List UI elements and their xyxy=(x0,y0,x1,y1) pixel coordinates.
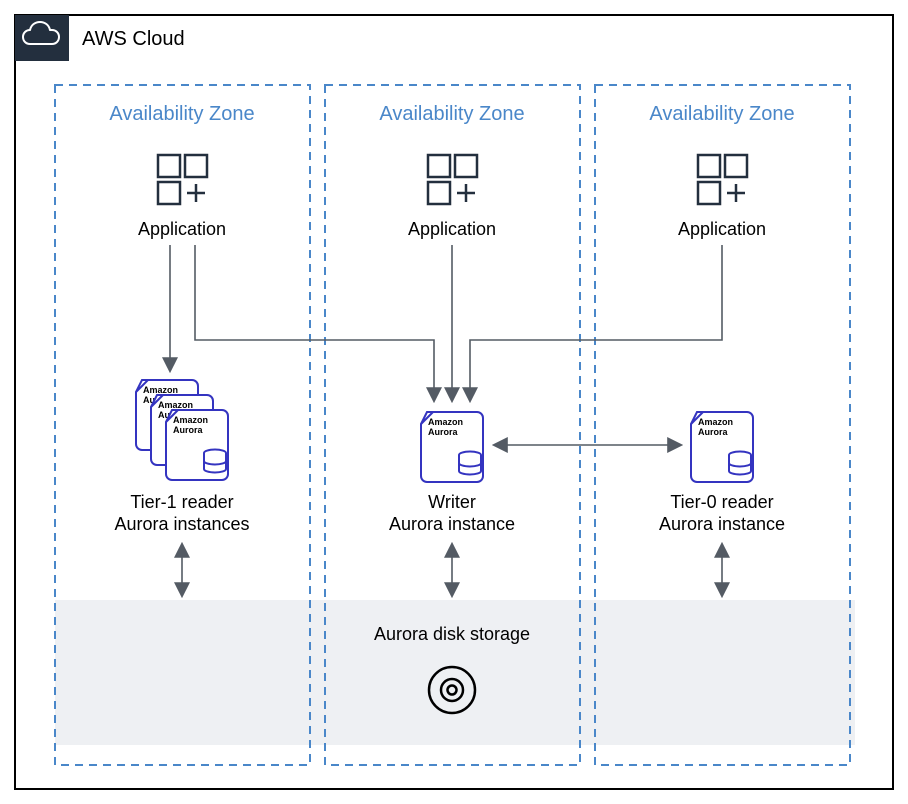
aurora-label-line2: Aurora xyxy=(173,425,203,435)
app2-label: Application xyxy=(408,219,496,239)
aurora-label-line1: Amazon xyxy=(428,417,463,427)
db2-label-l2: Aurora instance xyxy=(389,514,515,534)
aurora-label-line1: Amazon xyxy=(698,417,733,427)
aurora-label-line2: Aurora xyxy=(698,427,728,437)
aurora-instance-stack: Amazon Au Amazon Au Amazon Aurora xyxy=(136,380,228,480)
aurora-label-line2: Aurora xyxy=(428,427,458,437)
aurora-reader-instance: Amazon Aurora xyxy=(691,412,753,482)
storage-label: Aurora disk storage xyxy=(374,624,530,644)
az2-title: Availability Zone xyxy=(379,103,524,125)
app1-label: Application xyxy=(138,219,226,239)
svg-text:Amazon: Amazon xyxy=(143,385,178,395)
application-icon xyxy=(698,155,747,204)
az1-title: Availability Zone xyxy=(109,103,254,125)
svg-text:Amazon: Amazon xyxy=(158,400,193,410)
aurora-label-line1: Amazon xyxy=(173,415,208,425)
db1-label-l2: Aurora instances xyxy=(114,514,249,534)
db3-label-l2: Aurora instance xyxy=(659,514,785,534)
az3-title: Availability Zone xyxy=(649,103,794,125)
arrow-app1-to-writer xyxy=(195,245,434,400)
application-icon xyxy=(158,155,207,204)
db1-label-l1: Tier-1 reader xyxy=(130,492,233,512)
cloud-title: AWS Cloud xyxy=(82,28,185,50)
db3-label-l1: Tier-0 reader xyxy=(670,492,773,512)
application-icon xyxy=(428,155,477,204)
aurora-writer-instance: Amazon Aurora xyxy=(421,412,483,482)
app3-label: Application xyxy=(678,219,766,239)
aurora-storage-band xyxy=(55,600,855,745)
db2-label-l1: Writer xyxy=(428,492,476,512)
